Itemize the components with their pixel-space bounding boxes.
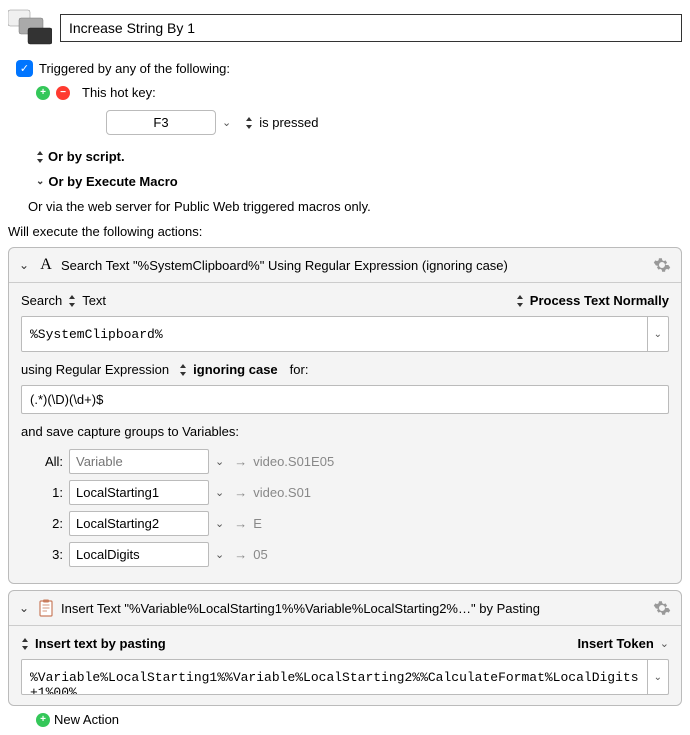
chevron-down-icon[interactable]: ⌄ (36, 176, 44, 187)
updown-icon[interactable] (21, 638, 29, 650)
save-captures-label: and save capture groups to Variables: (21, 424, 669, 439)
var-input-2[interactable] (69, 511, 209, 536)
insert-mode-label[interactable]: Insert text by pasting (35, 636, 166, 651)
arrow-icon: → (234, 547, 247, 562)
using-regex-label: using Regular Expression (21, 362, 169, 377)
hotkey-label: This hot key: (82, 85, 156, 100)
arrow-icon: → (234, 454, 247, 469)
or-script-label[interactable]: Or by script. (48, 149, 125, 164)
var-idx-all: All: (39, 454, 63, 469)
arrow-icon: → (234, 516, 247, 531)
result-2: E (253, 516, 262, 531)
chevron-down-icon[interactable]: ⌄ (648, 659, 669, 695)
chevron-down-icon[interactable]: ⌄ (215, 486, 224, 499)
action-search-text: ⌄ A Search Text "%SystemClipboard%" Usin… (8, 247, 682, 584)
search-text-icon: A (37, 256, 55, 274)
action2-title: Insert Text "%Variable%LocalStarting1%%V… (61, 601, 540, 616)
action1-title: Search Text "%SystemClipboard%" Using Re… (61, 258, 508, 273)
var-idx-2: 2: (39, 516, 63, 531)
gear-icon[interactable] (653, 599, 671, 617)
search-mode[interactable]: Text (82, 293, 106, 308)
var-idx-1: 1: (39, 485, 63, 500)
trigger-header-label: Triggered by any of the following: (39, 61, 230, 76)
result-1: video.S01 (253, 485, 311, 500)
new-action-label[interactable]: New Action (54, 712, 119, 727)
remove-trigger-icon[interactable]: − (56, 86, 70, 100)
var-idx-3: 3: (39, 547, 63, 562)
add-trigger-icon[interactable]: + (36, 86, 50, 100)
add-action-icon[interactable]: + (36, 713, 50, 727)
result-3: 05 (253, 547, 267, 562)
hotkey-input[interactable] (106, 110, 216, 135)
chevron-down-icon[interactable]: ⌄ (215, 517, 224, 530)
insert-token-label[interactable]: Insert Token (577, 636, 653, 651)
gear-icon[interactable] (653, 256, 671, 274)
arrow-icon: → (234, 485, 247, 500)
updown-icon[interactable] (68, 295, 76, 307)
chevron-down-icon[interactable]: ⌄ (19, 258, 31, 272)
chevron-down-icon[interactable]: ⌄ (648, 316, 669, 352)
updown-icon[interactable] (36, 151, 44, 163)
search-label: Search (21, 293, 62, 308)
process-text-label[interactable]: Process Text Normally (530, 293, 669, 308)
updown-icon[interactable] (245, 117, 253, 129)
chevron-down-icon[interactable]: ⌄ (660, 637, 669, 650)
macro-title-input[interactable] (60, 14, 682, 42)
updown-icon[interactable] (516, 295, 524, 307)
macro-icon (8, 8, 52, 48)
chevron-down-icon[interactable]: ⌄ (222, 116, 231, 129)
trigger-enabled-checkbox[interactable]: ✓ (16, 60, 33, 77)
insert-text-input[interactable] (21, 659, 648, 695)
or-execute-label[interactable]: Or by Execute Macro (48, 174, 177, 189)
chevron-down-icon[interactable]: ⌄ (215, 548, 224, 561)
result-all: video.S01E05 (253, 454, 334, 469)
or-web-label: Or via the web server for Public Web tri… (28, 199, 682, 214)
updown-icon[interactable] (179, 364, 187, 376)
chevron-down-icon[interactable]: ⌄ (19, 601, 31, 615)
var-input-3[interactable] (69, 542, 209, 567)
regex-input[interactable] (21, 385, 669, 414)
ignoring-case-label[interactable]: ignoring case (193, 362, 278, 377)
var-input-1[interactable] (69, 480, 209, 505)
hotkey-suffix: is pressed (259, 115, 318, 130)
chevron-down-icon[interactable]: ⌄ (215, 455, 224, 468)
clipboard-icon (37, 599, 55, 617)
search-text-input[interactable] (21, 316, 648, 352)
execute-label: Will execute the following actions: (8, 224, 682, 239)
for-label: for: (290, 362, 309, 377)
var-input-all[interactable] (69, 449, 209, 474)
action-insert-text: ⌄ Insert Text "%Variable%LocalStarting1%… (8, 590, 682, 706)
